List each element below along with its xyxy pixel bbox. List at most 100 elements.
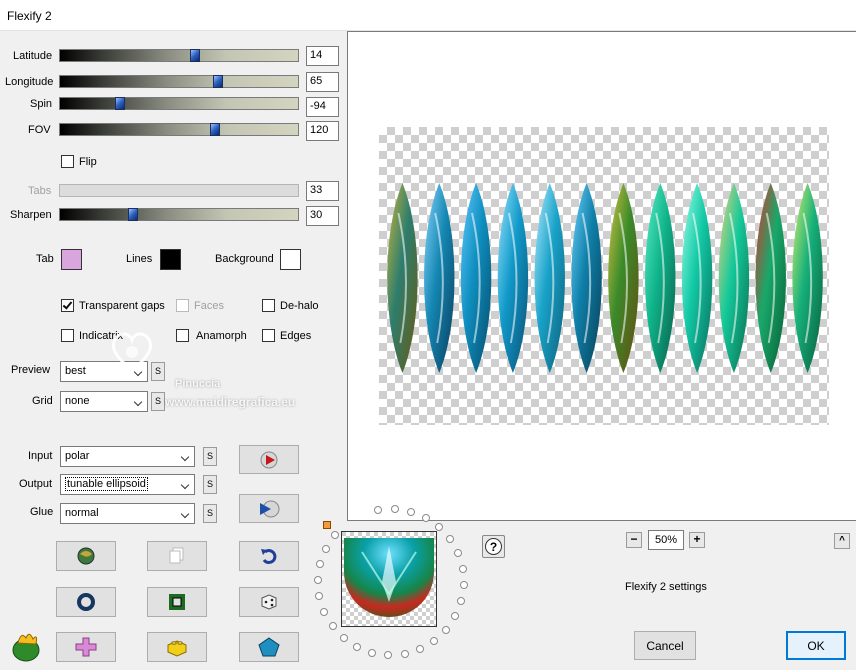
random-dice-button[interactable] (239, 587, 299, 617)
petal-shape (718, 183, 750, 373)
orbit-dot (454, 549, 463, 558)
watermark-heart-icon (108, 326, 156, 374)
background-color-label: Background (215, 253, 274, 265)
anamorph-label: Anamorph (196, 330, 247, 342)
transparent-gaps-checkbox[interactable] (61, 299, 74, 312)
orbit-dot (421, 513, 430, 522)
chevron-down-icon (180, 480, 190, 490)
output-label: Output (19, 478, 53, 490)
edges-label: Edges (280, 330, 312, 342)
copy-icon (169, 547, 184, 564)
play-animate-button[interactable] (239, 494, 299, 523)
lines-color-label: Lines (126, 253, 153, 265)
spin-slider[interactable] (59, 97, 299, 110)
ring-button[interactable] (56, 587, 116, 617)
orbit-dot (458, 564, 467, 573)
thumbnail-preview[interactable] (341, 531, 437, 627)
orbit-dot (442, 625, 451, 634)
sharpen-slider-thumb[interactable] (128, 208, 138, 221)
fov-slider[interactable] (59, 123, 299, 136)
latitude-slider-thumb[interactable] (190, 49, 200, 62)
flip-checkbox[interactable] (61, 155, 74, 168)
play-forward-button[interactable] (239, 445, 299, 474)
lines-color-swatch[interactable] (160, 249, 181, 270)
chevron-down-icon (180, 509, 190, 519)
brick-button[interactable] (147, 632, 207, 662)
tabs-field[interactable]: 33 (306, 181, 339, 201)
orbit-dot (339, 633, 348, 642)
globe-icon (77, 547, 95, 565)
zoom-out-button[interactable]: − (626, 532, 642, 548)
tab-color-label: Tab (36, 253, 54, 265)
faces-checkbox (176, 299, 189, 312)
ring-icon (77, 593, 95, 611)
latitude-field[interactable]: 14 (306, 46, 339, 66)
orbit-dot (451, 612, 460, 621)
grid-s-button[interactable]: S (151, 392, 165, 411)
tile-cross-button[interactable] (56, 632, 116, 662)
orbit-dot (390, 505, 399, 514)
input-select[interactable]: polar (60, 446, 195, 467)
dice-icon (261, 594, 277, 610)
orbit-dot (320, 607, 329, 616)
longitude-slider[interactable] (59, 75, 299, 88)
latitude-slider[interactable] (59, 49, 299, 62)
grid-select-value: none (65, 395, 90, 407)
orbit-dot (331, 531, 340, 540)
longitude-slider-thumb[interactable] (213, 75, 223, 88)
tab-color-swatch[interactable] (61, 249, 82, 270)
petal-shape (755, 183, 786, 373)
spin-field[interactable]: -94 (306, 97, 339, 117)
de-halo-checkbox[interactable] (262, 299, 275, 312)
fov-field[interactable]: 120 (306, 121, 339, 141)
fov-slider-thumb[interactable] (210, 123, 220, 136)
orbit-dot (459, 581, 468, 590)
sharpen-field[interactable]: 30 (306, 206, 339, 226)
input-s-button[interactable]: S (203, 447, 217, 466)
output-select[interactable]: tunable ellipsoid (60, 474, 195, 495)
indicatrix-checkbox[interactable] (61, 329, 74, 342)
sharpen-label: Sharpen (10, 209, 52, 221)
copy-button[interactable] (147, 541, 207, 571)
orbit-start-marker-icon (323, 521, 331, 529)
longitude-field[interactable]: 65 (306, 72, 339, 92)
glue-select[interactable]: normal (60, 503, 195, 524)
orbit-dot (315, 592, 324, 601)
orbit-dot (446, 535, 455, 544)
cancel-button[interactable]: Cancel (634, 631, 696, 660)
orbit-dot (457, 597, 466, 606)
collapse-button[interactable]: ^ (834, 533, 850, 549)
preview-canvas[interactable] (347, 31, 856, 521)
help-button[interactable]: ? (482, 535, 505, 558)
preview-select-value: best (65, 365, 86, 377)
background-color-swatch[interactable] (280, 249, 301, 270)
petal-shape (792, 183, 823, 373)
ok-button[interactable]: OK (786, 631, 846, 660)
grid-select[interactable]: none (60, 391, 148, 412)
watermark-site: www.maidiregrafica.eu (165, 395, 296, 409)
randomize-image-button[interactable] (56, 541, 116, 571)
pentagon-button[interactable] (239, 632, 299, 662)
chevron-down-icon (180, 452, 190, 462)
petal-shape (534, 183, 565, 373)
petal-shape (460, 183, 492, 373)
anamorph-checkbox[interactable] (176, 329, 189, 342)
spin-slider-thumb[interactable] (115, 97, 125, 110)
tabs-slider (59, 184, 299, 197)
frame-button[interactable] (147, 587, 207, 617)
output-s-button[interactable]: S (203, 475, 217, 494)
orbit-dot (368, 648, 377, 657)
glue-label: Glue (30, 506, 54, 518)
orbit-dot (430, 636, 439, 645)
yellow-brick-icon (167, 640, 187, 657)
glue-s-button[interactable]: S (203, 504, 217, 523)
spin-label: Spin (30, 98, 53, 110)
undo-button[interactable] (239, 541, 299, 571)
orbit-dot (328, 621, 337, 630)
flexify-result-image (387, 183, 823, 373)
zoom-in-button[interactable]: + (689, 532, 705, 548)
edges-checkbox[interactable] (262, 329, 275, 342)
zoom-level[interactable]: 50% (648, 530, 684, 550)
petal-shape (571, 183, 602, 373)
sharpen-slider[interactable] (59, 208, 299, 221)
